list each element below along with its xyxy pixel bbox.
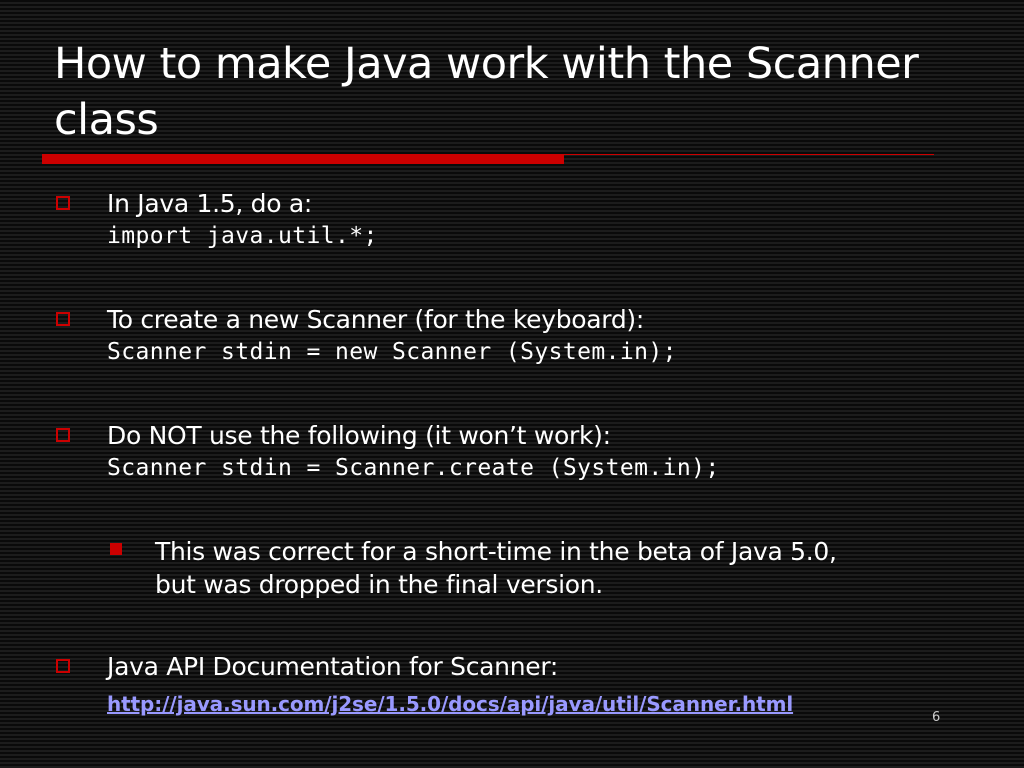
filled-square-bullet-icon	[110, 543, 122, 555]
scanner-api-docs-link[interactable]: http://java.sun.com/j2se/1.5.0/docs/api/…	[107, 691, 793, 717]
slide-title: How to make Java work with the Scanner c…	[54, 39, 919, 145]
bullet-code: Scanner stdin = Scanner.create (System.i…	[107, 455, 720, 481]
bullet-code: import java.util.*;	[107, 223, 378, 249]
slide-number: 6	[932, 710, 941, 725]
sub-bullet-text-line2: but was dropped in the final version.	[155, 570, 603, 599]
bullet-text: To create a new Scanner (for the keyboar…	[107, 305, 644, 334]
bullet-text: Do NOT use the following (it won’t work)…	[107, 421, 611, 450]
hollow-square-bullet-icon	[56, 659, 70, 673]
bullet-code: Scanner stdin = new Scanner (System.in);	[107, 339, 677, 365]
bullet-text: In Java 1.5, do a:	[107, 189, 313, 218]
hollow-square-bullet-icon	[56, 312, 70, 326]
sub-bullet-text-line1: This was correct for a short-time in the…	[155, 537, 837, 566]
title-underline-thin	[564, 154, 934, 155]
title-underline-thick	[42, 154, 564, 164]
bullet-text: Java API Documentation for Scanner:	[107, 652, 559, 681]
hollow-square-bullet-icon	[56, 428, 70, 442]
hollow-square-bullet-icon	[56, 196, 70, 210]
